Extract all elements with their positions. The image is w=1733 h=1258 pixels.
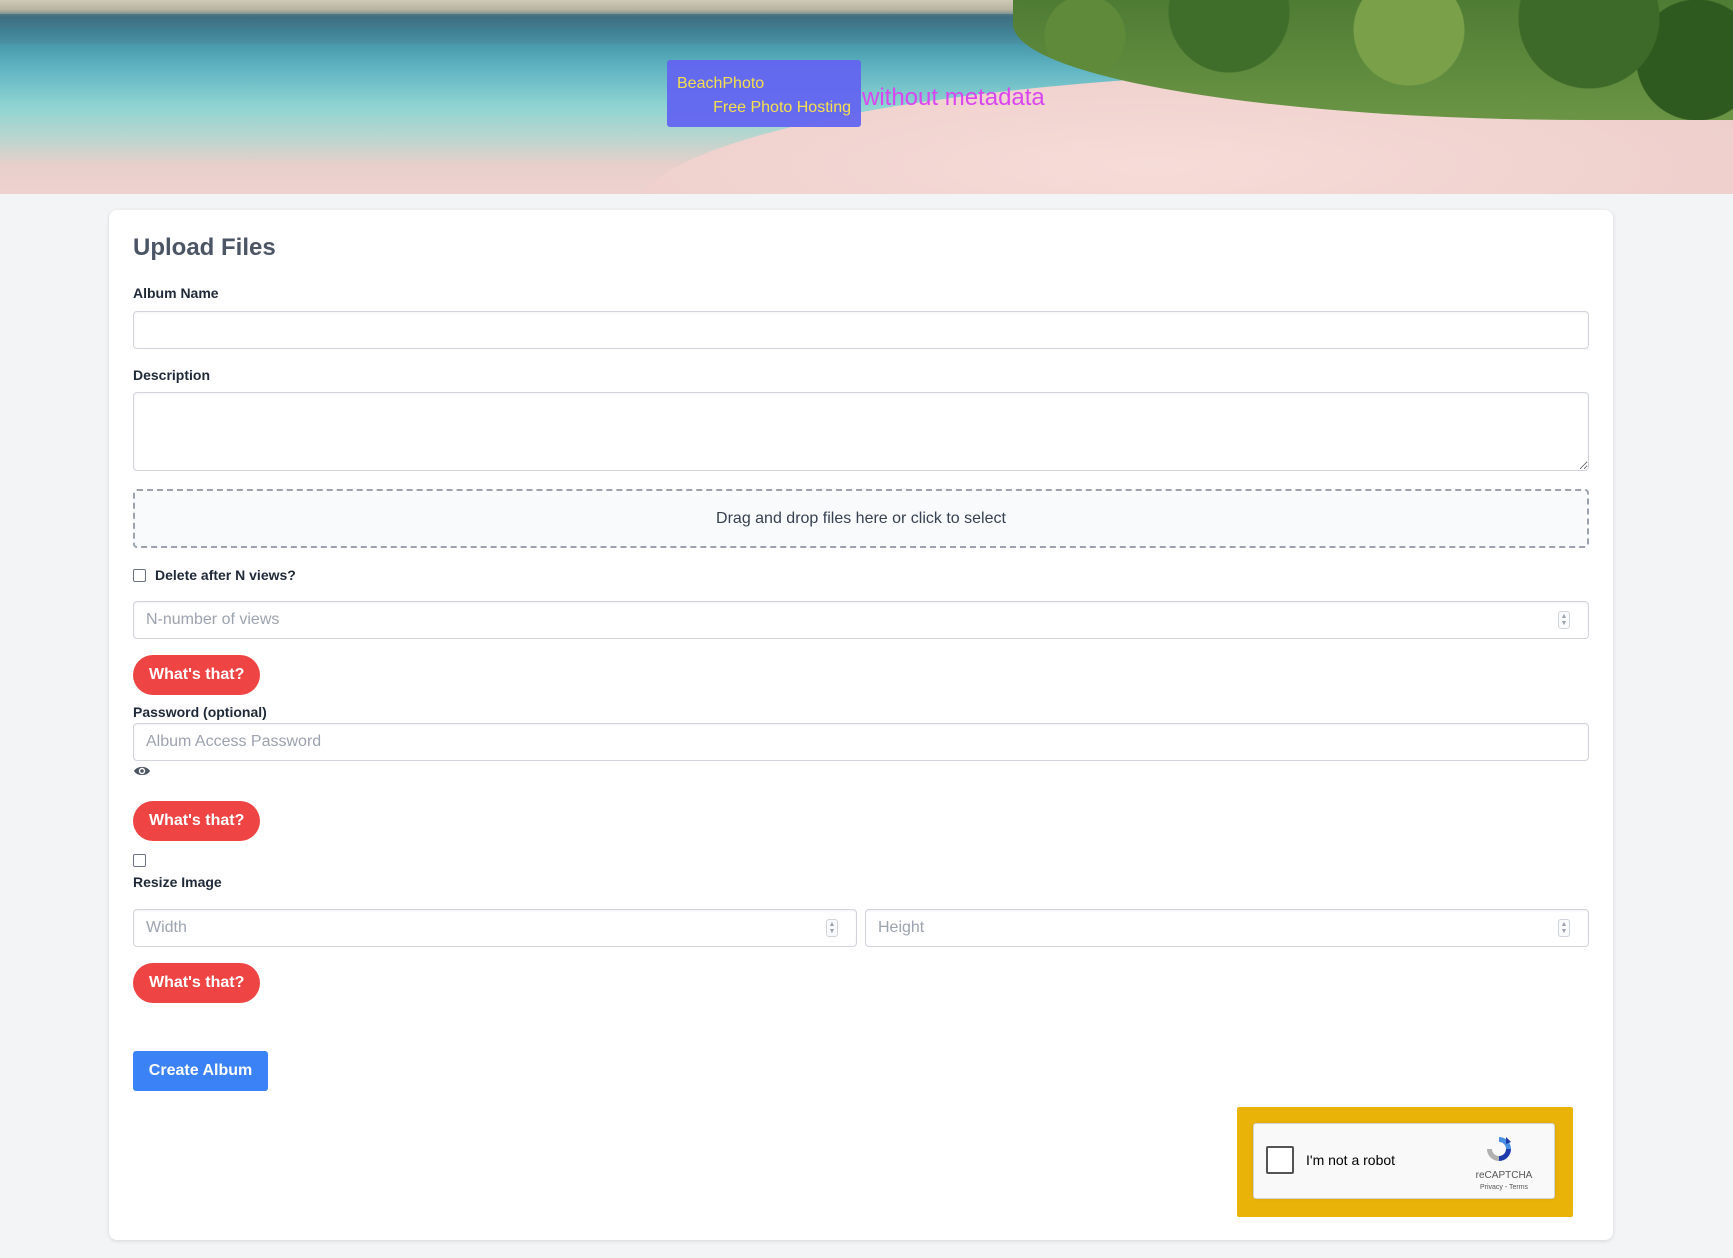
brand-logo[interactable]: BeachPhoto Free Photo Hosting xyxy=(667,60,861,127)
description-label: Description xyxy=(133,367,211,383)
recaptcha-brand: reCAPTCHA xyxy=(1475,1170,1533,1181)
upload-card: Upload Files Album Name Description Drag… xyxy=(109,210,1613,1240)
page-title: Upload Files xyxy=(133,234,276,261)
brand-tagline: Free Photo Hosting xyxy=(713,99,851,116)
brand-name: BeachPhoto xyxy=(677,75,765,92)
recaptcha-logo-icon xyxy=(1487,1137,1511,1161)
height-stepper[interactable]: ▲ ▼ xyxy=(1558,919,1570,937)
chevron-up-icon: ▲ xyxy=(1560,921,1568,928)
views-count-input[interactable] xyxy=(133,601,1589,639)
whats-that-button-password[interactable]: What's that? xyxy=(133,801,261,841)
hero-banner: BeachPhoto Free Photo Hosting without me… xyxy=(0,0,1733,194)
sea-horizon xyxy=(0,14,1100,44)
album-name-label: Album Name xyxy=(133,285,219,301)
file-dropzone[interactable]: Drag and drop files here or click to sel… xyxy=(133,489,1589,548)
chevron-up-icon: ▲ xyxy=(828,921,836,928)
create-album-button[interactable]: Create Album xyxy=(133,1051,268,1091)
whats-that-button-resize[interactable]: What's that? xyxy=(133,963,261,1003)
recaptcha-checkbox[interactable] xyxy=(1266,1146,1294,1174)
recaptcha-frame: I'm not a robot reCAPTCHA Privacy - Term… xyxy=(1237,1107,1573,1217)
password-label: Password (optional) xyxy=(133,704,267,720)
chevron-down-icon: ▼ xyxy=(1560,620,1568,627)
album-name-input[interactable] xyxy=(133,311,1589,349)
width-input[interactable] xyxy=(133,909,857,947)
password-input[interactable] xyxy=(133,723,1589,761)
eye-icon[interactable] xyxy=(133,765,151,777)
recaptcha-label: I'm not a robot xyxy=(1306,1152,1396,1168)
delete-after-checkbox[interactable] xyxy=(133,569,146,582)
delete-after-label: Delete after N views? xyxy=(155,567,296,583)
whats-that-button-views[interactable]: What's that? xyxy=(133,655,261,695)
resize-image-label: Resize Image xyxy=(133,874,222,890)
height-input[interactable] xyxy=(865,909,1589,947)
recaptcha-widget: I'm not a robot reCAPTCHA Privacy - Term… xyxy=(1253,1123,1555,1199)
width-stepper[interactable]: ▲ ▼ xyxy=(826,919,838,937)
recaptcha-links[interactable]: Privacy - Terms xyxy=(1464,1184,1544,1191)
description-textarea[interactable] xyxy=(133,392,1589,471)
chevron-up-icon: ▲ xyxy=(1560,613,1568,620)
brand-suffix: without metadata xyxy=(862,84,1045,111)
chevron-down-icon: ▼ xyxy=(1560,928,1568,935)
resize-image-checkbox[interactable] xyxy=(133,854,146,867)
chevron-down-icon: ▼ xyxy=(828,928,836,935)
views-stepper[interactable]: ▲ ▼ xyxy=(1558,611,1570,629)
